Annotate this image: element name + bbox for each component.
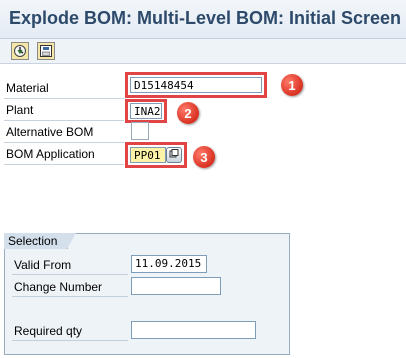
page-title: Explode BOM: Multi-Level BOM: Initial Sc… <box>9 8 402 28</box>
title-bar: Explode BOM: Multi-Level BOM: Initial Sc… <box>0 0 406 39</box>
divider <box>12 340 128 341</box>
value-help-icon <box>169 148 179 162</box>
bom-application-input[interactable]: PP01 <box>130 147 166 163</box>
valid-from-input[interactable]: 11.09.2015 <box>131 255 207 273</box>
divider <box>4 120 124 121</box>
divider <box>4 142 124 143</box>
required-qty-input[interactable] <box>131 321 256 339</box>
divider <box>12 296 128 297</box>
change-number-input[interactable] <box>131 277 221 295</box>
alternative-bom-label: Alternative BOM <box>6 125 94 139</box>
divider <box>12 274 128 275</box>
divider <box>4 164 124 165</box>
change-number-label: Change Number <box>14 280 103 294</box>
annotation-badge-2: 2 <box>177 102 199 124</box>
application-toolbar <box>0 39 406 64</box>
selection-group-title: Selection <box>4 233 76 249</box>
divider <box>4 98 124 99</box>
execute-button[interactable] <box>11 42 29 60</box>
value-help-button[interactable] <box>166 147 182 163</box>
alternative-bom-input[interactable] <box>131 122 149 140</box>
material-input[interactable]: D15148454 <box>130 77 262 93</box>
save-variant-icon <box>39 44 53 58</box>
plant-label: Plant <box>6 103 34 117</box>
execute-icon <box>13 44 27 58</box>
required-qty-label: Required qty <box>14 324 83 338</box>
annotation-badge-1: 1 <box>281 74 303 96</box>
bom-application-label: BOM Application <box>6 147 95 161</box>
get-variant-button[interactable] <box>37 42 55 60</box>
material-label: Material <box>6 81 49 95</box>
valid-from-label: Valid From <box>14 258 72 272</box>
annotation-badge-3: 3 <box>193 146 215 168</box>
plant-input[interactable]: INA2 <box>130 103 162 119</box>
